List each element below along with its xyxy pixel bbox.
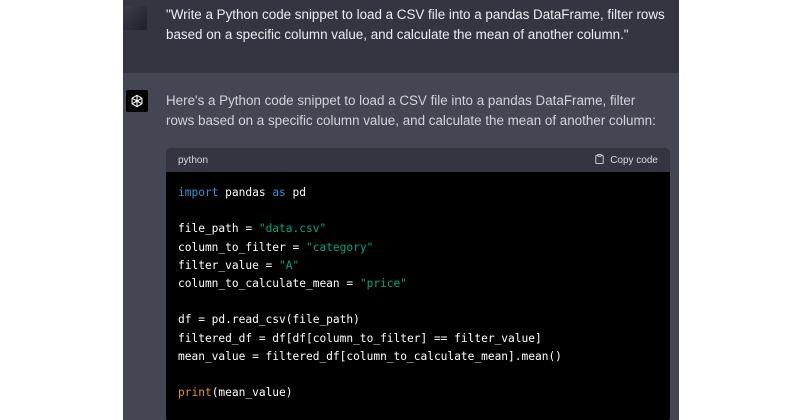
code-builtin: print [178, 386, 212, 400]
code-keyword: import [178, 186, 219, 199]
code-token: column_to_filter = [178, 240, 306, 254]
code-string: "data.csv" [258, 222, 327, 236]
code-string: "A" [279, 258, 300, 272]
code-line: column_to_calculate_mean = "price" [178, 275, 658, 293]
code-string: "price" [359, 276, 408, 290]
user-avatar [123, 6, 147, 30]
code-line: df = pd.read_csv(file_path) [178, 313, 360, 327]
code-string: "category" [305, 240, 374, 254]
assistant-message: Here's a Python code snippet to load a C… [123, 73, 679, 420]
code-line: filter_value = "A" [178, 257, 658, 275]
user-message-text: "Write a Python code snippet to load a C… [166, 7, 665, 42]
code-line: file_path = "data.csv" [178, 220, 658, 238]
code-token: file_path = [178, 222, 259, 236]
code-block: python Copy code import pandas as pd file… [166, 148, 670, 420]
code-block-header: python Copy code [166, 148, 670, 172]
copy-code-label: Copy code [610, 154, 658, 166]
code-token: column_to_calculate_mean = [178, 276, 360, 290]
code-token: filter_value = [178, 258, 280, 272]
code-line: print(mean_value) [178, 384, 658, 402]
code-keyword: as [272, 186, 286, 199]
code-token: pandas [218, 186, 273, 199]
copy-code-button[interactable]: Copy code [594, 153, 658, 168]
code-language-label: python [178, 154, 209, 166]
code-token: (mean_value) [211, 386, 293, 400]
code-token: pd [285, 186, 307, 199]
chat-thread: "Write a Python code snippet to load a C… [123, 0, 679, 420]
openai-logo-icon [126, 90, 148, 112]
code-line: import pandas as pd [178, 184, 658, 202]
code-line: mean_value = filtered_df[column_to_calcu… [178, 349, 562, 363]
code-content: import pandas as pd file_path = "data.csv… [166, 172, 670, 402]
code-line: filtered_df = df[df[column_to_filter] ==… [178, 331, 542, 345]
user-message: "Write a Python code snippet to load a C… [123, 0, 679, 73]
assistant-message-text: Here's a Python code snippet to load a C… [166, 93, 656, 128]
clipboard-icon [594, 153, 605, 168]
code-line: column_to_filter = "category" [178, 239, 658, 257]
